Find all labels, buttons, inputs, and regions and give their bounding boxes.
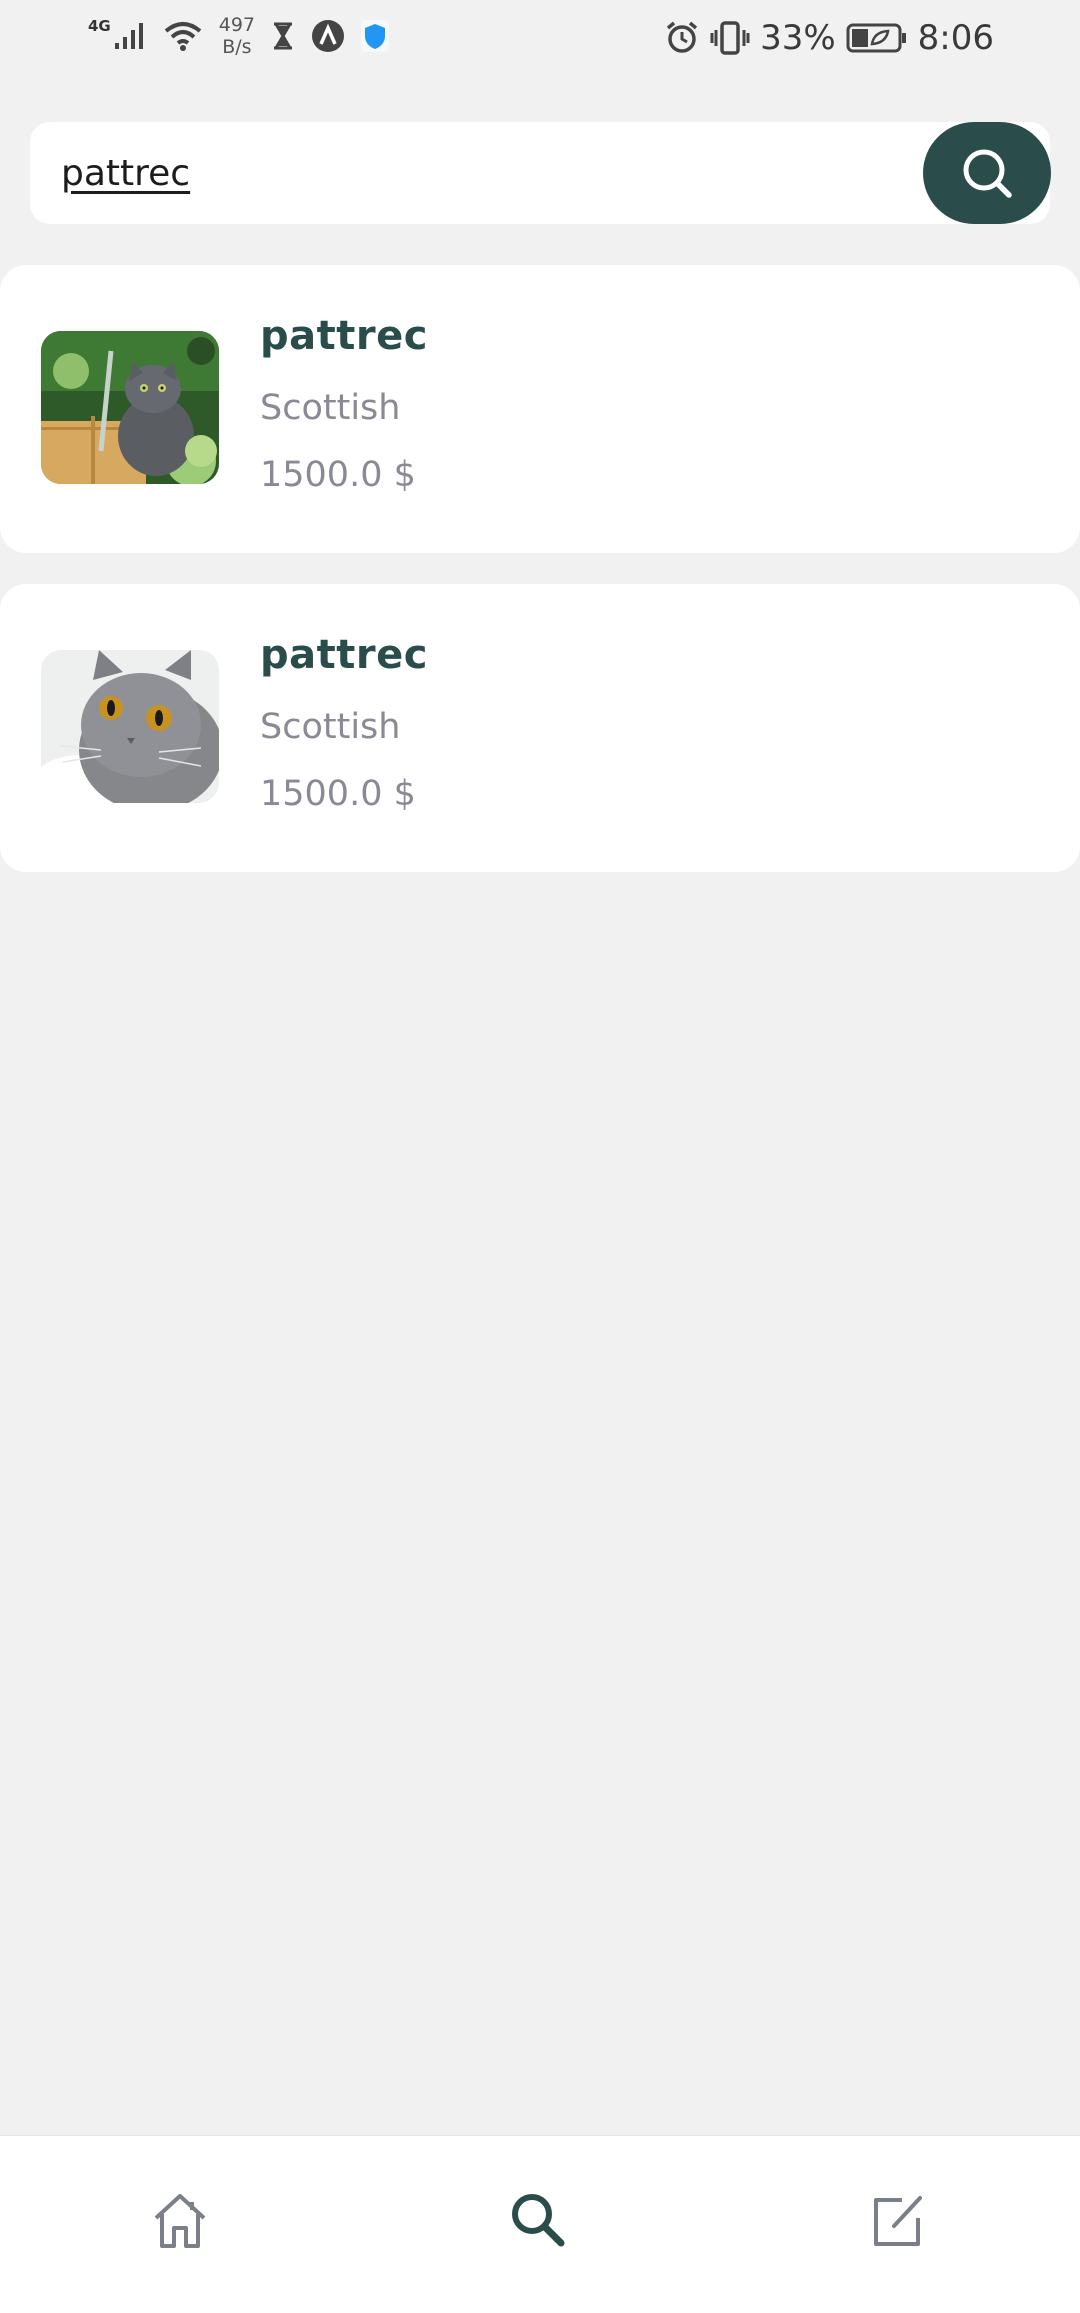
nav-home[interactable] [140,2180,220,2260]
pet-price: 1500.0 $ [260,455,416,495]
cat-image[interactable] [41,331,219,484]
search-button[interactable] [923,122,1051,224]
net-speed-value: 497 [218,14,256,36]
status-right: 33% 8:06 [664,18,994,58]
status-left: 4G 497 B/s [88,14,390,58]
search-icon [958,144,1016,202]
pet-name: pattrec [260,313,428,359]
pet-price: 1500.0 $ [260,774,416,814]
result-card[interactable]: pattrec Scottish 1500.0 $ [0,265,1080,553]
nav-search[interactable] [498,2180,578,2260]
bottom-nav [0,2135,1080,2313]
edit-icon [866,2188,930,2252]
cat-image[interactable] [41,650,219,803]
shield-icon [361,20,390,52]
status-bar: 4G 497 B/s 33% 8:06 [0,0,1080,80]
search-input[interactable] [61,122,921,224]
hourglass-icon [271,21,295,51]
pet-name: pattrec [260,632,428,678]
signal-icon [113,21,147,51]
pet-breed: Scottish [260,388,401,428]
home-icon [148,2188,212,2252]
battery-percent: 33% [760,18,836,58]
vibrate-icon [710,20,750,56]
network-type-label: 4G [88,17,111,35]
battery-icon [846,22,908,54]
net-speed-unit: B/s [222,36,252,58]
search-icon [506,2188,570,2252]
clock-time: 8:06 [917,18,994,58]
nav-edit[interactable] [858,2180,938,2260]
wifi-icon [163,20,203,52]
a-circle-icon [311,19,345,53]
pet-breed: Scottish [260,707,401,747]
alarm-icon [664,20,700,56]
net-speed: 497 B/s [219,14,255,58]
result-card[interactable]: pattrec Scottish 1500.0 $ [0,584,1080,872]
search-bar [30,122,1051,224]
